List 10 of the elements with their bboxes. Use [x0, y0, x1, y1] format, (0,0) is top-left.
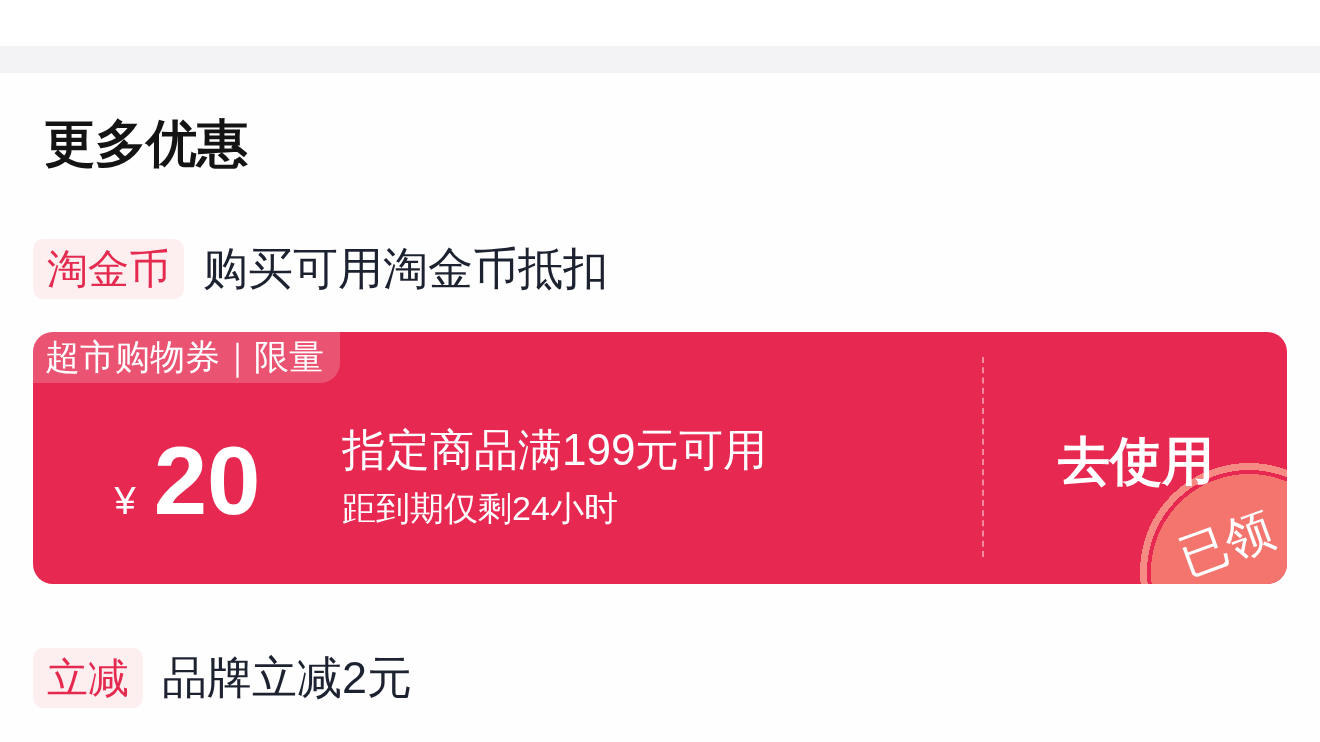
- coupon-amount: 20: [153, 432, 261, 529]
- offer-tag: 淘金币: [33, 239, 184, 299]
- currency-symbol: ¥: [114, 479, 136, 523]
- section-title: 更多优惠: [44, 114, 248, 174]
- offer-description: 购买可用淘金币抵扣: [203, 242, 608, 296]
- offer-description: 品牌立减2元: [162, 651, 413, 705]
- offer-tag: 立减: [33, 648, 143, 708]
- coupon-expiry: 距到期仅剩24小时: [342, 487, 619, 529]
- coupon-condition: 指定商品满199元可用: [342, 424, 768, 475]
- coupon-ribbon: 超市购物券｜限量: [33, 332, 340, 383]
